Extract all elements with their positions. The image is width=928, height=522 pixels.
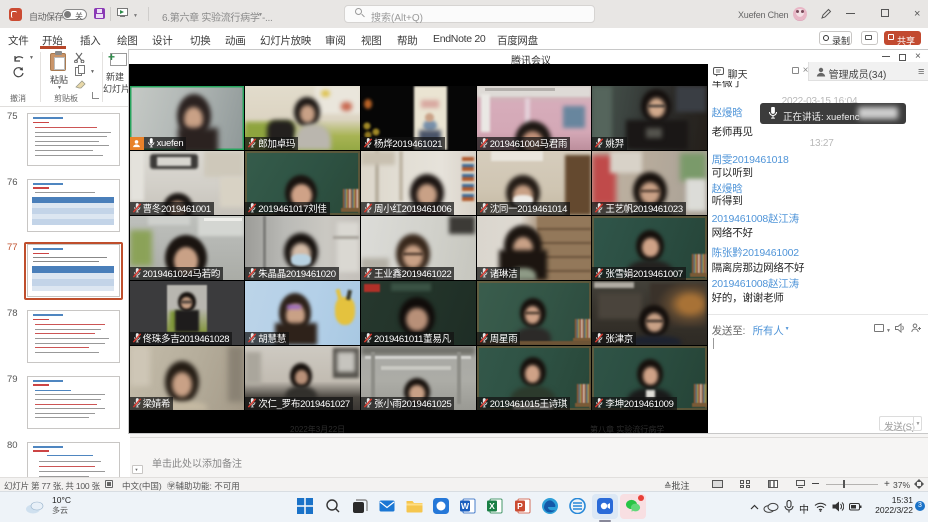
svg-text:P: P (517, 501, 523, 511)
svg-text:X: X (489, 501, 495, 511)
svg-text:W: W (461, 501, 470, 511)
